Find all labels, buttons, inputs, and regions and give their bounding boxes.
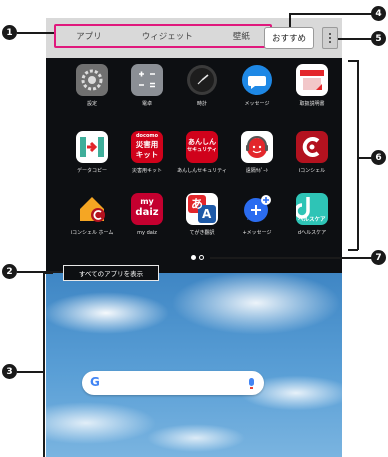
- callout-3: 3: [2, 364, 17, 379]
- callout-bracket-6-bottom: [348, 249, 358, 251]
- app-data-copy[interactable]: データコピー: [66, 131, 118, 174]
- my-daiz-text-2: daiz: [135, 207, 159, 218]
- app-disaster-kit[interactable]: docomo 災害用 キット 災害用キット: [121, 131, 173, 174]
- callout-7: 7: [371, 250, 386, 265]
- security-icon: あんしん セキュリティ: [186, 131, 218, 163]
- show-all-apps-button[interactable]: すべてのアプリを表示: [63, 265, 159, 281]
- home-screen-wallpaper: G: [46, 273, 342, 457]
- callout-2: 2: [2, 264, 17, 279]
- callout-line-5: [338, 38, 372, 40]
- app-calculator[interactable]: 電卓: [121, 64, 173, 107]
- app-message[interactable]: メッセージ: [231, 64, 283, 107]
- tab-wallpaper[interactable]: 壁紙: [233, 30, 250, 42]
- callout-line-3: [17, 371, 43, 373]
- figure: アプリ ウィジェット 壁紙 おすすめ 設定 電卓 時計 メッセージ 取扱説明書 …: [0, 0, 388, 457]
- disaster-kit-text-1: 災害用: [135, 140, 159, 149]
- handwriting-translate-text-2: A: [202, 207, 212, 221]
- calculator-icon: [131, 64, 163, 96]
- app-label: iコンシェル ホーム: [70, 230, 114, 236]
- app-security[interactable]: あんしん セキュリティ あんしんセキュリティ: [176, 131, 228, 174]
- callout-1: 1: [2, 25, 17, 40]
- callout-line-4-drop: [289, 13, 291, 27]
- app-label: メッセージ: [244, 101, 270, 107]
- tab-apps[interactable]: アプリ: [76, 30, 102, 42]
- page-indicator: [186, 252, 208, 262]
- app-iconcier-home[interactable]: iコンシェル ホーム: [66, 193, 118, 236]
- disaster-kit-icon: docomo 災害用 キット: [131, 131, 163, 163]
- d-healthcare-text: ヘルスケア: [298, 217, 326, 223]
- app-label: iコンシェル: [298, 168, 326, 174]
- app-my-daiz[interactable]: my daiz my daiz: [121, 193, 173, 236]
- clock-icon: [186, 64, 218, 96]
- app-label: 遠隔ｻﾎﾟｰﾄ: [245, 168, 269, 174]
- iconcier-home-icon: [76, 193, 108, 225]
- manual-icon: [296, 64, 328, 96]
- callout-bracket-6-top: [348, 60, 358, 62]
- app-label: あんしんセキュリティ: [177, 168, 227, 174]
- callout-5: 5: [371, 31, 386, 46]
- app-label: +メッセージ: [242, 230, 272, 236]
- security-text-2: セキュリティ: [187, 147, 217, 153]
- app-label: dヘルスケア: [297, 230, 327, 236]
- iconcier-icon: [296, 131, 328, 163]
- callout-bracket-3-top: [43, 272, 53, 274]
- google-search-bar[interactable]: G: [82, 371, 264, 395]
- app-clock[interactable]: 時計: [176, 64, 228, 107]
- message-icon: [241, 64, 273, 96]
- app-label: 電卓: [141, 101, 152, 107]
- disaster-kit-text-docomo: docomo: [135, 133, 159, 139]
- data-copy-icon: [76, 131, 108, 163]
- callout-line-7: [210, 257, 372, 259]
- app-plus-message[interactable]: +メッセージ: [231, 193, 283, 236]
- app-label: てがき翻訳: [189, 230, 215, 236]
- callout-line-4: [289, 13, 372, 15]
- tab-group: アプリ ウィジェット 壁紙: [54, 24, 272, 48]
- app-handwriting-translate[interactable]: あ A てがき翻訳: [176, 193, 228, 236]
- page-dot-active: [190, 254, 196, 260]
- app-manual[interactable]: 取扱説明書: [286, 64, 338, 107]
- app-label: 災害用キット: [131, 168, 162, 174]
- google-logo-icon: G: [90, 375, 100, 389]
- plus-message-icon: [241, 193, 273, 225]
- disaster-kit-text-2: キット: [135, 150, 159, 159]
- app-settings[interactable]: 設定: [66, 64, 118, 107]
- more-menu-button[interactable]: [322, 27, 338, 49]
- app-remote-support[interactable]: 遠隔ｻﾎﾟｰﾄ: [231, 131, 283, 174]
- callout-bracket-6: [357, 60, 359, 250]
- tab-widgets[interactable]: ウィジェット: [142, 30, 193, 42]
- callout-4: 4: [371, 6, 386, 21]
- d-healthcare-icon: ヘルスケア: [296, 193, 328, 225]
- security-text-1: あんしん: [188, 138, 216, 146]
- my-daiz-text-1: my: [140, 197, 154, 206]
- app-label: データコピー: [76, 168, 107, 174]
- my-daiz-icon: my daiz: [131, 193, 163, 225]
- microphone-icon[interactable]: [249, 378, 254, 389]
- callout-6: 6: [371, 150, 386, 165]
- handwriting-translate-icon: あ A: [186, 193, 218, 225]
- app-label: 時計: [196, 101, 207, 107]
- app-d-healthcare[interactable]: ヘルスケア dヘルスケア: [286, 193, 338, 236]
- page-dot: [198, 254, 204, 260]
- gear-icon: [76, 64, 108, 96]
- callout-line-6: [357, 157, 372, 159]
- remote-support-icon: [241, 131, 273, 163]
- more-vertical-icon: [329, 33, 331, 35]
- recommend-button[interactable]: おすすめ: [264, 27, 314, 49]
- app-label: my daiz: [137, 230, 157, 236]
- app-iconcier[interactable]: iコンシェル: [286, 131, 338, 174]
- top-tab-bar: アプリ ウィジェット 壁紙 おすすめ: [46, 18, 342, 58]
- callout-bracket-3: [43, 272, 45, 457]
- app-label: 取扱説明書: [299, 101, 325, 107]
- callout-line-2: [17, 271, 63, 273]
- phone-screen: アプリ ウィジェット 壁紙 おすすめ 設定 電卓 時計 メッセージ 取扱説明書 …: [46, 18, 342, 457]
- app-label: 設定: [86, 101, 97, 107]
- callout-line-1: [17, 32, 54, 34]
